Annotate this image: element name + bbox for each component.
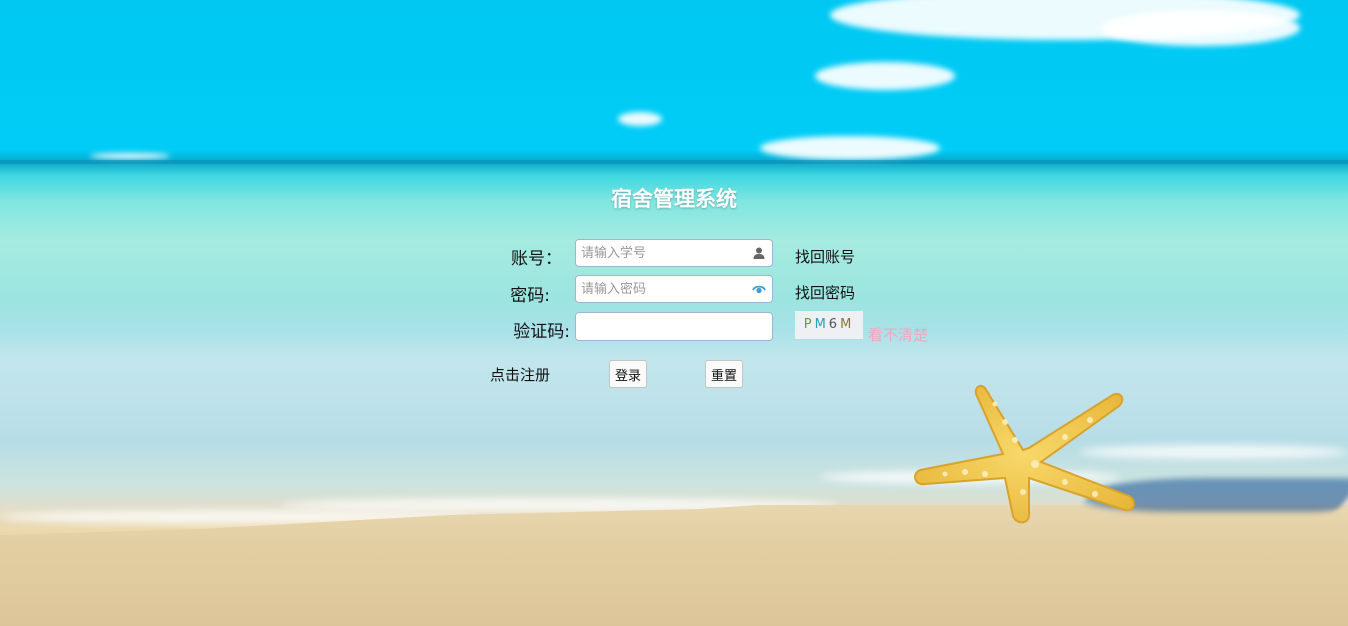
starfish-image [914,384,1135,524]
password-input[interactable] [576,276,746,302]
captcha-char: P [803,317,815,332]
cloud [760,136,940,160]
login-page-background: 宿舍管理系统 账号： 找回账号 密码: 找回密码 验证码: PM6M 看不清楚 … [0,0,1348,626]
cloud [1100,10,1300,46]
horizon-line [0,160,1348,164]
register-link[interactable]: 点击注册 [490,364,550,385]
account-label: 账号： [511,249,562,269]
captcha-char: 6 [828,317,841,332]
recover-account-link[interactable]: 找回账号 [795,246,855,267]
login-button[interactable]: 登录 [609,360,648,388]
captcha-field[interactable] [575,312,773,341]
cloud [618,112,662,126]
account-input[interactable] [576,240,746,266]
captcha-label: 验证码: [513,322,570,342]
cloud [815,62,955,90]
captcha-input[interactable] [576,313,746,339]
user-icon [753,247,765,259]
account-field[interactable] [575,239,773,267]
eye-icon[interactable] [752,282,766,296]
reset-button[interactable]: 重置 [705,360,744,388]
page-title: 宿舍管理系统 [611,187,737,211]
password-field[interactable] [575,275,773,303]
captcha-char: M [814,317,829,332]
password-label: 密码: [510,286,550,306]
cloud [90,153,170,159]
recover-password-link[interactable]: 找回密码 [795,282,855,303]
captcha-image[interactable]: PM6M [795,311,863,339]
captcha-refresh-link[interactable]: 看不清楚 [868,324,928,345]
captcha-char: M [840,317,855,332]
